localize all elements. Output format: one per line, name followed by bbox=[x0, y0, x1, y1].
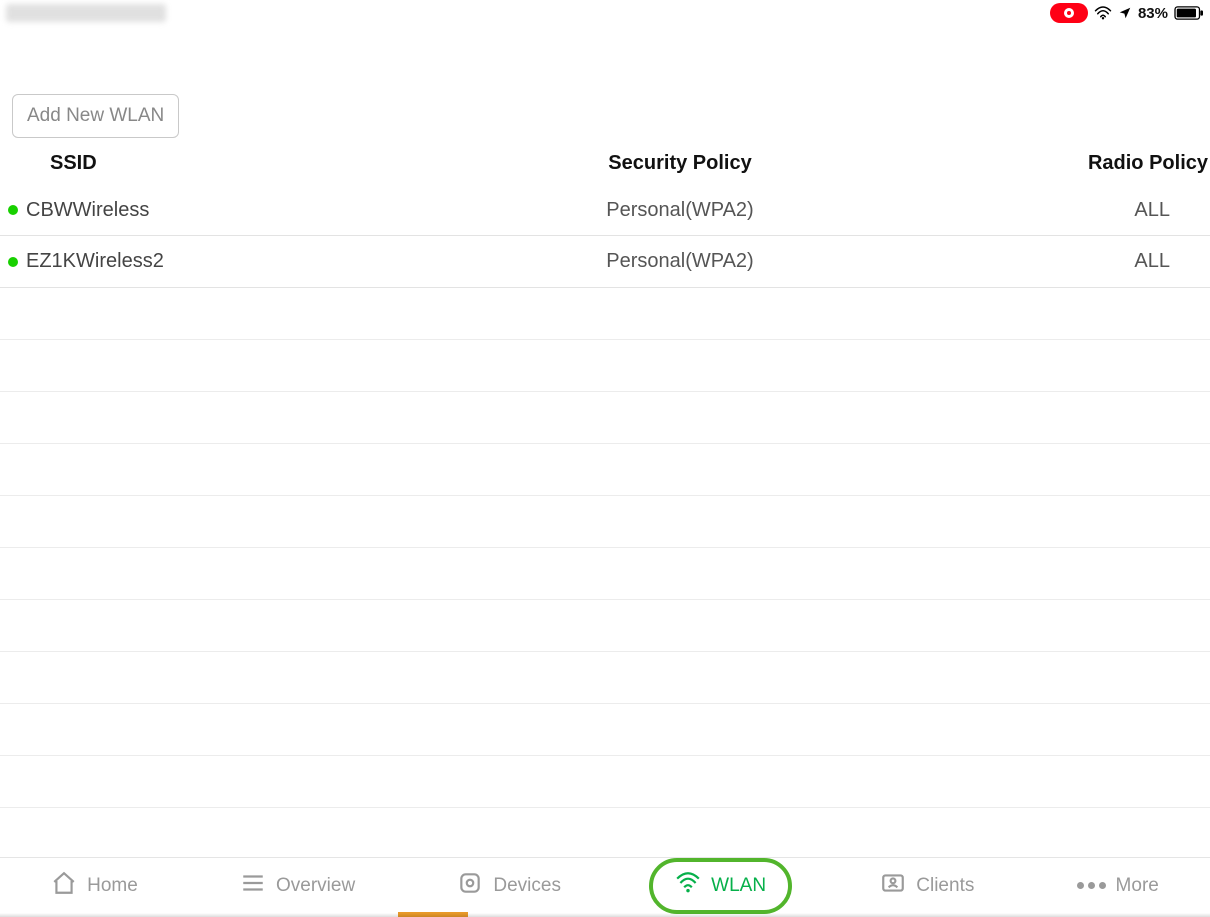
header-ssid: SSID bbox=[0, 152, 330, 175]
status-dot-icon bbox=[8, 205, 18, 215]
tab-label: Overview bbox=[276, 875, 355, 897]
tab-label: WLAN bbox=[711, 875, 766, 897]
status-bar: 83% bbox=[0, 0, 1210, 24]
tab-underline-indicator bbox=[398, 912, 468, 917]
home-icon bbox=[51, 870, 77, 902]
bottom-tab-bar: Home Overview Devices WLAN Clients More bbox=[0, 857, 1210, 913]
header-security: Security Policy bbox=[330, 152, 1030, 175]
ssid-cell: CBWWireless bbox=[26, 199, 149, 222]
tab-devices[interactable]: Devices bbox=[443, 864, 575, 908]
tab-wlan[interactable]: WLAN bbox=[649, 858, 792, 914]
wlan-table-header: SSID Security Policy Radio Policy bbox=[0, 152, 1210, 183]
header-radio: Radio Policy bbox=[1030, 152, 1210, 175]
status-dot-icon bbox=[8, 257, 18, 267]
wifi-icon bbox=[675, 870, 701, 902]
wlan-table-body: CBWWireless Personal(WPA2) ALL EZ1KWirel… bbox=[0, 184, 1210, 808]
table-row[interactable]: CBWWireless Personal(WPA2) ALL bbox=[0, 184, 1210, 236]
radio-cell: ALL bbox=[1030, 250, 1210, 273]
wifi-icon bbox=[1094, 6, 1112, 20]
ssid-cell: EZ1KWireless2 bbox=[26, 250, 164, 273]
tab-label: Home bbox=[87, 875, 138, 897]
battery-icon bbox=[1174, 6, 1204, 20]
security-cell: Personal(WPA2) bbox=[330, 250, 1030, 273]
tab-clients[interactable]: Clients bbox=[866, 864, 988, 908]
radio-cell: ALL bbox=[1030, 199, 1210, 222]
empty-rows bbox=[0, 288, 1210, 808]
tab-label: Devices bbox=[493, 875, 561, 897]
table-row[interactable]: EZ1KWireless2 Personal(WPA2) ALL bbox=[0, 236, 1210, 288]
tab-label: Clients bbox=[916, 875, 974, 897]
add-new-wlan-button[interactable]: Add New WLAN bbox=[12, 94, 179, 138]
bottom-shadow bbox=[0, 913, 1210, 917]
device-icon bbox=[457, 870, 483, 902]
tab-overview[interactable]: Overview bbox=[226, 864, 369, 908]
menu-icon bbox=[240, 870, 266, 902]
clients-icon bbox=[880, 870, 906, 902]
tab-label: More bbox=[1116, 875, 1159, 897]
tab-more[interactable]: More bbox=[1063, 869, 1173, 903]
screen-recording-indicator bbox=[1050, 3, 1088, 23]
more-icon bbox=[1077, 882, 1106, 889]
location-icon bbox=[1118, 6, 1132, 20]
security-cell: Personal(WPA2) bbox=[330, 199, 1030, 222]
status-bar-blur bbox=[6, 4, 166, 22]
tab-home[interactable]: Home bbox=[37, 864, 152, 908]
battery-percent: 83% bbox=[1138, 5, 1168, 22]
